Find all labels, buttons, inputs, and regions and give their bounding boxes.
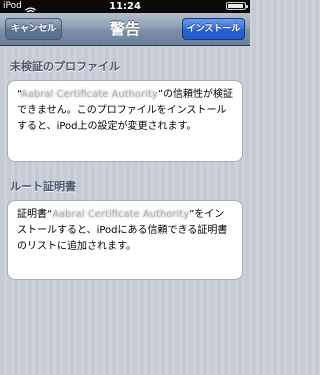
root-cert-text-pre: 証明書“ [17,209,53,220]
root-certificate-card: 証明書“Aabral Certificate Authority”をインストール… [7,200,243,280]
unverified-profile-card: “Aabral Certificate Authority”の信頼性が検証できま… [7,80,243,162]
blurred-certificate-name: Aabral Certificate Authority [52,209,190,220]
clock: 11:24 [109,1,141,12]
navigation-bar: キャンセル 警告 インストール [0,13,250,46]
battery-icon [226,2,248,10]
blurred-authority-name: Aabral Certificate Authority [20,89,158,100]
install-button[interactable]: インストール [182,18,245,40]
unverified-profile-header: 未検証のプロファイル [10,60,120,73]
status-bar: iPod 11:24 [0,0,250,16]
root-certificate-header: ルート証明書 [10,180,76,193]
